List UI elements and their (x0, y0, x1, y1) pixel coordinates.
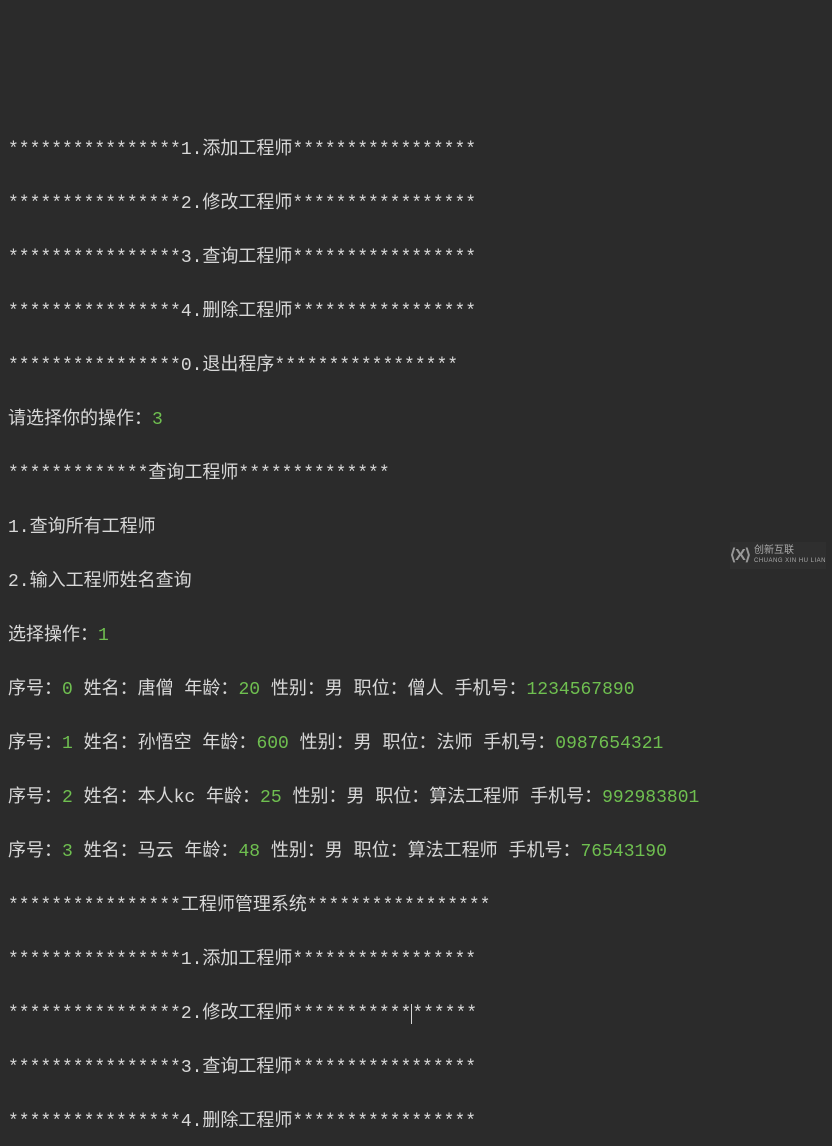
prompt-line[interactable]: 请选择你的操作：3 (8, 407, 824, 434)
terminal-output: ****************1.添加工程师*****************… (0, 108, 832, 1146)
watermark-text-en: CHUANG XIN HU LIAN (754, 556, 826, 566)
menu-line: ****************1.添加工程师***************** (8, 947, 824, 974)
watermark-logo-icon: ⟨X⟩ (730, 542, 750, 569)
menu-header: ****************工程师管理系统***************** (8, 893, 824, 920)
menu-line: ****************3.查询工程师***************** (8, 245, 824, 272)
prompt-line[interactable]: 选择操作：1 (8, 623, 824, 650)
menu-line: ****************1.添加工程师***************** (8, 137, 824, 164)
submenu-option: 1.查询所有工程师 (8, 515, 824, 542)
menu-line: ****************4.删除工程师***************** (8, 1109, 824, 1136)
menu-line: ****************2.修改工程师***************** (8, 191, 824, 218)
submenu-option: 2.输入工程师姓名查询 (8, 569, 824, 596)
menu-line: ****************3.查询工程师***************** (8, 1055, 824, 1082)
submenu-header: *************查询工程师************** (8, 461, 824, 488)
menu-line: ****************2.修改工程师***************** (8, 1001, 824, 1028)
prompt-label: 请选择你的操作： (8, 410, 152, 430)
watermark: ⟨X⟩ 创新互联 CHUANG XIN HU LIAN (730, 542, 826, 569)
record-row: 序号：3 姓名：马云 年龄：48 性别：男 职位：算法工程师 手机号：76543… (8, 839, 824, 866)
prompt-label: 选择操作： (8, 626, 98, 646)
record-row: 序号：0 姓名：唐僧 年龄：20 性别：男 职位：僧人 手机号：12345678… (8, 677, 824, 704)
record-row: 序号：1 姓名：孙悟空 年龄：600 性别：男 职位：法师 手机号：098765… (8, 731, 824, 758)
menu-line: ****************0.退出程序***************** (8, 353, 824, 380)
record-row: 序号：2 姓名：本人kc 年龄：25 性别：男 职位：算法工程师 手机号：992… (8, 785, 824, 812)
watermark-text-cn: 创新互联 (754, 546, 826, 556)
user-input: 1 (98, 626, 109, 646)
menu-line: ****************4.删除工程师***************** (8, 299, 824, 326)
user-input: 3 (152, 410, 163, 430)
